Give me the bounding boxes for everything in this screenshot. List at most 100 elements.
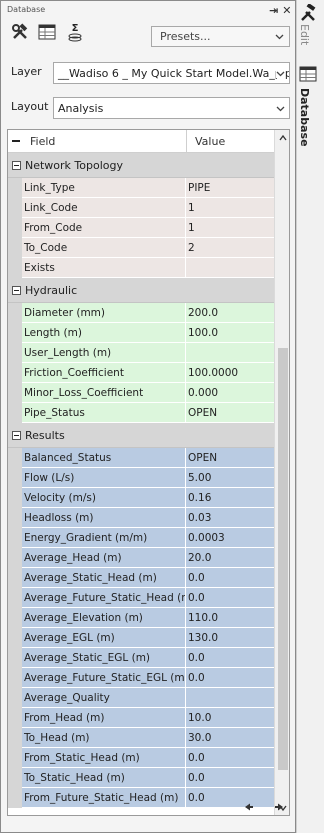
value-column-header[interactable]: Value [195,135,225,148]
field-value-cell[interactable]: 30.0 [186,728,274,748]
field-value-cell[interactable]: 5.00 [186,468,274,488]
field-value-cell[interactable]: OPEN [186,448,274,468]
row-gutter [8,323,22,343]
field-value-cell[interactable]: 0.16 [186,488,274,508]
field-value-cell[interactable]: 2 [186,238,274,258]
property-row[interactable]: Average_Head (m) 20.0 [8,548,274,568]
title-controls: ⇥ ✕ [269,4,291,17]
property-row[interactable]: Average_Elevation (m) 110.0 [8,608,274,628]
layout-dropdown[interactable]: Analysis [53,97,290,119]
layer-dropdown[interactable]: __Wadiso 6 _ My Quick Start Model.Wa_pip… [53,62,290,84]
property-row[interactable]: User_Length (m) [8,343,274,363]
field-value-cell[interactable] [186,688,274,708]
property-row[interactable]: To_Static_Head (m) 0.0 [8,768,274,788]
property-row[interactable]: Velocity (m/s) 0.16 [8,488,274,508]
field-value-cell[interactable]: 100.0 [186,323,274,343]
close-icon[interactable]: ✕ [282,4,291,17]
property-row[interactable]: From_Head (m) 10.0 [8,708,274,728]
property-row[interactable]: Length (m) 100.0 [8,323,274,343]
tab-edit[interactable]: Edit [298,24,311,45]
field-name-cell: Link_Type [22,178,186,198]
layer-value: __Wadiso 6 _ My Quick Start Model.Wa_pip… [58,66,290,80]
property-row[interactable]: Balanced_Status OPEN [8,448,274,468]
property-row[interactable]: Average_Future_Static_EGL (m) 0.0 [8,668,274,688]
property-row[interactable]: From_Code 1 [8,218,274,238]
property-row[interactable]: Minor_Loss_Coefficient 0.000 [8,383,274,403]
collapse-all-icon[interactable] [12,140,20,142]
section-header[interactable]: Network Topology [8,153,274,178]
column-divider[interactable] [186,130,187,153]
field-value-cell[interactable]: 110.0 [186,608,274,628]
pin-icon[interactable]: ⇥ [269,4,278,17]
table-icon[interactable] [37,23,57,41]
property-row[interactable]: To_Code 2 [8,238,274,258]
property-row[interactable]: Average_Static_EGL (m) 0.0 [8,648,274,668]
property-row[interactable]: Average_Future_Static_Head (m) 0.0 [8,588,274,608]
field-value-cell[interactable]: 0.0 [186,788,274,808]
field-value-cell[interactable]: 1 [186,198,274,218]
row-gutter [8,528,22,548]
previous-record-button[interactable] [244,801,254,816]
vertical-scrollbar[interactable] [274,130,289,815]
property-row[interactable]: Average_Quality [8,688,274,708]
row-gutter [8,588,22,608]
table-icon[interactable] [297,64,319,84]
field-value-cell[interactable]: 0.0 [186,568,274,588]
collapse-icon[interactable] [12,286,21,295]
collapse-icon[interactable] [12,161,21,170]
field-value-cell[interactable]: 0.0 [186,668,274,688]
row-gutter [8,688,22,708]
field-value-cell[interactable]: 0.03 [186,508,274,528]
field-value-cell[interactable] [186,343,274,363]
next-record-button[interactable] [274,801,284,816]
tab-database[interactable]: Database [298,88,311,147]
hammer-icon[interactable] [297,3,319,23]
tools-icon[interactable] [10,23,30,41]
collapse-icon[interactable] [12,431,21,440]
layout-value: Analysis [58,101,104,115]
field-value-cell[interactable]: 0.0 [186,588,274,608]
scroll-thumb[interactable] [278,348,288,770]
field-name-cell: Diameter (mm) [22,303,186,323]
property-row[interactable]: Headloss (m) 0.03 [8,508,274,528]
property-row[interactable]: Diameter (mm) 200.0 [8,303,274,323]
field-value-cell[interactable]: 0.000 [186,383,274,403]
row-gutter [8,608,22,628]
field-value-cell[interactable] [186,258,274,278]
field-value-cell[interactable]: 0.0003 [186,528,274,548]
property-row[interactable]: Flow (L/s) 5.00 [8,468,274,488]
scroll-up-icon[interactable] [279,134,287,142]
property-row[interactable]: Link_Code 1 [8,198,274,218]
field-column-header[interactable]: Field [30,135,55,148]
property-row[interactable]: Average_EGL (m) 130.0 [8,628,274,648]
property-row[interactable]: Energy_Gradient (m/m) 0.0003 [8,528,274,548]
property-row[interactable]: To_Head (m) 30.0 [8,728,274,748]
field-value-cell[interactable]: 200.0 [186,303,274,323]
property-row[interactable]: From_Future_Static_Head (m) 0.0 [8,788,274,808]
field-value-cell[interactable]: 0.0 [186,768,274,788]
field-value-cell[interactable]: 20.0 [186,548,274,568]
field-value-cell[interactable]: 1 [186,218,274,238]
property-row[interactable]: Link_Type PIPE [8,178,274,198]
field-calculator-icon[interactable]: Σ [65,23,85,42]
section-header[interactable]: Results [8,423,274,448]
field-name-cell: Average_Head (m) [22,548,186,568]
field-value-cell[interactable]: 0.0 [186,748,274,768]
layer-label: Layer [11,65,42,78]
property-row[interactable]: Friction_Coefficient 100.0000 [8,363,274,383]
field-value-cell[interactable]: 130.0 [186,628,274,648]
presets-dropdown[interactable]: Presets... [151,26,290,47]
property-row[interactable]: Average_Static_Head (m) 0.0 [8,568,274,588]
row-gutter [8,728,22,748]
field-value-cell[interactable]: 100.0000 [186,363,274,383]
field-value-cell[interactable]: 0.0 [186,648,274,668]
field-value-cell[interactable]: OPEN [186,403,274,423]
field-name-cell: Pipe_Status [22,403,186,423]
field-value-cell[interactable]: 10.0 [186,708,274,728]
property-row[interactable]: Pipe_Status OPEN [8,403,274,423]
section-header[interactable]: Hydraulic [8,278,274,303]
field-value-cell[interactable]: PIPE [186,178,274,198]
row-gutter [8,628,22,648]
property-row[interactable]: From_Static_Head (m) 0.0 [8,748,274,768]
property-row[interactable]: Exists [8,258,274,278]
